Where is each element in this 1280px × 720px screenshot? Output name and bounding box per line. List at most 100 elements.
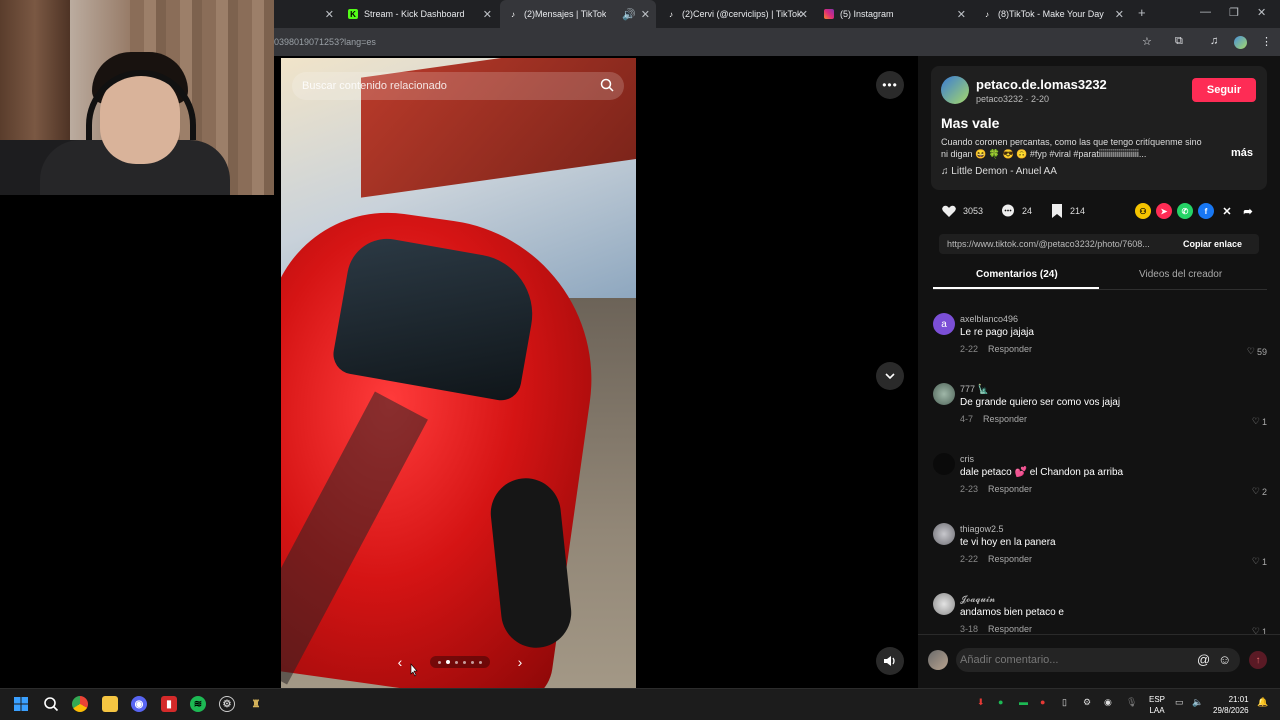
comment-username[interactable]: thiagow2.5	[960, 524, 1004, 534]
close-icon[interactable]: ✕	[799, 8, 808, 21]
next-post-button[interactable]	[876, 362, 904, 390]
network-icon[interactable]: ▭	[1175, 697, 1184, 708]
bookmark-star-icon[interactable]: ☆	[1142, 35, 1152, 48]
browser-tab-tiktok-home[interactable]: ♪ (8)TikTok - Make Your Day ✕	[974, 0, 1130, 28]
browser-tab-kick[interactable]: K Stream - Kick Dashboard ✕	[340, 0, 498, 28]
browser-tab-instagram[interactable]: (5) Instagram ✕	[816, 0, 972, 28]
comment-like-button[interactable]: ♡ 1	[1252, 416, 1267, 427]
profile-avatar[interactable]	[1234, 36, 1247, 49]
chevron-left-icon[interactable]: ‹	[392, 654, 408, 670]
url-text[interactable]: 0398019071253?lang=es	[274, 37, 376, 47]
x-icon[interactable]: ✕	[1219, 203, 1235, 219]
comment-like-button[interactable]: ♡ 59	[1247, 346, 1267, 357]
chrome-icon[interactable]	[72, 696, 88, 712]
search-placeholder[interactable]: Buscar contenido relacionado	[302, 80, 447, 92]
minimize-icon[interactable]: —	[1200, 6, 1211, 18]
reply-button[interactable]: Responder	[988, 554, 1032, 564]
avatar[interactable]	[933, 453, 955, 475]
comment-username[interactable]: 777 🗽	[960, 384, 989, 395]
comment-username[interactable]: 𝓙𝓸𝓪𝓺𝓾𝓲𝓷	[960, 594, 995, 605]
heart-icon	[942, 205, 956, 217]
more-caption-link[interactable]: más	[1231, 147, 1253, 159]
new-tab-button[interactable]: +	[1138, 5, 1146, 20]
spotify-tray-icon[interactable]: ●	[998, 697, 1003, 707]
extensions-icon[interactable]: ⧉	[1175, 35, 1183, 48]
save-stat[interactable]: 214	[1050, 203, 1085, 219]
close-icon[interactable]: 🔊	[622, 8, 636, 21]
avatar[interactable]	[941, 76, 969, 104]
browser-tab-cervi[interactable]: ♪ (2)Cervi (@cerviclips) | TikTok ✕	[658, 0, 814, 28]
volume-button[interactable]	[876, 647, 904, 675]
lang-layout: LAA	[1149, 706, 1165, 715]
avatar[interactable]	[933, 593, 955, 615]
comment-username[interactable]: axelblanco496	[960, 314, 1018, 324]
comment-username[interactable]: cris	[960, 454, 974, 464]
author-username[interactable]: petaco.de.lomas3232	[976, 77, 1107, 92]
comment-meta: 4-7 Responder	[960, 414, 1027, 424]
music-info[interactable]: ♫ Little Demon - Anuel AA	[941, 166, 1057, 177]
tray-icon[interactable]: ●	[1040, 697, 1045, 707]
avatar[interactable]	[933, 523, 955, 545]
steam-tray-icon[interactable]: ⚙	[1083, 697, 1091, 708]
language-indicator[interactable]: ESP LAA	[1149, 694, 1165, 716]
notification-icon[interactable]: 🔔	[1257, 697, 1268, 708]
restore-icon[interactable]: ❐	[1229, 6, 1239, 19]
tab-comments[interactable]: Comentarios (24)	[976, 269, 1058, 280]
discord-tray-icon[interactable]: ◉	[1104, 697, 1112, 708]
tray-icon[interactable]: ⬇	[977, 697, 985, 708]
windows-start-icon[interactable]	[13, 696, 29, 712]
media-control-icon[interactable]: ♫	[1210, 35, 1218, 47]
send-share-icon[interactable]: ➤	[1156, 203, 1172, 219]
speaker-icon[interactable]: 🔈	[1192, 697, 1203, 708]
comment-like-button[interactable]: ♡ 1	[1252, 626, 1267, 634]
tiktok-icon: ♪	[669, 9, 673, 19]
copy-link-button[interactable]: Copiar enlace	[1183, 239, 1242, 249]
post-link[interactable]: https://www.tiktok.com/@petaco3232/photo…	[947, 239, 1171, 249]
spotify-icon[interactable]: ≋	[190, 696, 206, 712]
follow-button[interactable]: Seguir	[1192, 78, 1256, 102]
system-clock[interactable]: 21:01 29/8/2026	[1213, 694, 1249, 716]
tab-creator-videos[interactable]: Videos del creador	[1139, 269, 1222, 280]
microphone-icon[interactable]: 🎙	[1126, 697, 1137, 708]
send-comment-button[interactable]: ↑	[1249, 651, 1267, 669]
comment-meta: 2-22 Responder	[960, 554, 1032, 564]
mention-icon[interactable]: @	[1197, 652, 1210, 667]
reply-button[interactable]: Responder	[988, 344, 1032, 354]
close-icon[interactable]: ✕	[325, 8, 334, 21]
reply-button[interactable]: Responder	[988, 484, 1032, 494]
file-explorer-icon[interactable]	[102, 696, 118, 712]
embed-share-icon[interactable]: ⚇	[1135, 203, 1151, 219]
close-icon[interactable]: ✕	[483, 8, 492, 21]
discord-icon[interactable]: ◉	[131, 696, 147, 712]
comment-like-button[interactable]: ♡ 2	[1252, 486, 1267, 497]
close-icon[interactable]: ✕	[641, 8, 650, 21]
battery-icon[interactable]: ▯	[1062, 697, 1067, 708]
post-photo[interactable]	[281, 58, 636, 688]
chevron-right-icon[interactable]: ›	[512, 654, 528, 670]
avatar[interactable]	[928, 650, 948, 670]
share-arrow-icon[interactable]: ➦	[1240, 203, 1256, 219]
tab-title: (5) Instagram	[840, 9, 894, 19]
more-options-button[interactable]: •••	[876, 71, 904, 99]
browser-tab-tiktok-messages[interactable]: ♪ (2)Mensajes | TikTok 🔊 ✕	[500, 0, 656, 28]
close-icon[interactable]: ✕	[957, 8, 966, 21]
tray-icon[interactable]: ▬	[1019, 697, 1028, 707]
steam-icon[interactable]: ⚙	[219, 696, 235, 712]
facebook-icon[interactable]: f	[1198, 203, 1214, 219]
close-icon[interactable]: ✕	[1115, 8, 1124, 21]
comment-like-button[interactable]: ♡ 1	[1252, 556, 1267, 567]
avatar[interactable]	[933, 383, 955, 405]
app-icon[interactable]: ▮	[161, 696, 177, 712]
avatar[interactable]: a	[933, 313, 955, 335]
whatsapp-icon[interactable]: ✆	[1177, 203, 1193, 219]
search-icon[interactable]	[600, 78, 614, 92]
reply-button[interactable]: Responder	[988, 624, 1032, 634]
comment-stat[interactable]: 24	[1000, 203, 1032, 219]
like-stat[interactable]: 3053	[941, 203, 983, 219]
chrome-menu-icon[interactable]: ⋮	[1261, 35, 1272, 48]
game-launcher-icon[interactable]: ♜	[248, 696, 264, 712]
close-window-icon[interactable]: ✕	[1257, 6, 1266, 19]
reply-button[interactable]: Responder	[983, 414, 1027, 424]
search-icon[interactable]	[43, 696, 59, 712]
emoji-icon[interactable]: ☺	[1218, 652, 1231, 667]
